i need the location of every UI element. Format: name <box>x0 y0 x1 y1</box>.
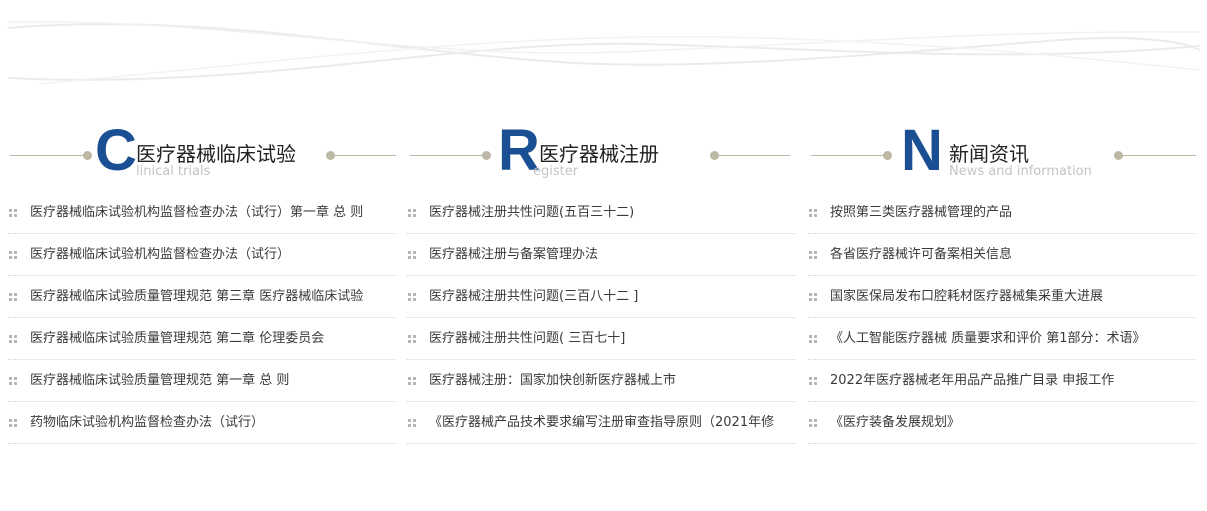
column-clinical-trials: C 医疗器械临床试验 linical trials 医疗器械临床试验机构监督检查… <box>8 120 396 444</box>
square-bullet-icon <box>9 419 17 427</box>
list-item: 国家医保局发布口腔耗材医疗器械集采重大进展 <box>808 276 1196 318</box>
article-link[interactable]: 医疗器械临床试验质量管理规范 第二章 伦理委员会 <box>30 331 396 347</box>
column-register: R 医疗器械注册 egister 医疗器械注册共性问题(五百三十二) 医疗器械注… <box>407 120 795 444</box>
article-list: 医疗器械临床试验机构监督检查办法（试行）第一章 总 则 医疗器械临床试验机构监督… <box>8 192 396 444</box>
article-link[interactable]: 《人工智能医疗器械 质量要求和评价 第1部分：术语》 <box>830 331 1196 347</box>
header-line-right <box>330 155 396 156</box>
list-item: 医疗器械临床试验质量管理规范 第一章 总 则 <box>8 360 396 402</box>
square-bullet-icon <box>9 209 17 217</box>
square-bullet-icon <box>809 335 817 343</box>
list-item: 医疗器械临床试验质量管理规范 第二章 伦理委员会 <box>8 318 396 360</box>
square-bullet-icon <box>408 377 416 385</box>
header-line-right <box>714 155 790 156</box>
header-dot-left <box>883 151 892 160</box>
square-bullet-icon <box>809 209 817 217</box>
article-link[interactable]: 医疗器械注册共性问题(五百三十二) <box>429 205 795 221</box>
column-subtitle: egister <box>533 164 579 179</box>
square-bullet-icon <box>809 293 817 301</box>
header-dot-left <box>482 151 491 160</box>
square-bullet-icon <box>809 419 817 427</box>
article-link[interactable]: 医疗器械注册共性问题(三百八十二 ] <box>429 289 795 305</box>
wave-decoration <box>7 20 1201 85</box>
article-list: 医疗器械注册共性问题(五百三十二) 医疗器械注册与备案管理办法 医疗器械注册共性… <box>407 192 795 444</box>
square-bullet-icon <box>9 251 17 259</box>
header-line-left <box>410 155 490 156</box>
list-item: 《人工智能医疗器械 质量要求和评价 第1部分：术语》 <box>808 318 1196 360</box>
list-item: 按照第三类医疗器械管理的产品 <box>808 192 1196 234</box>
column-subtitle: linical trials <box>136 164 211 179</box>
column-subtitle: News and information <box>949 164 1092 179</box>
article-link[interactable]: 《医疗器械产品技术要求编写注册审查指导原则（2021年修 <box>429 415 795 431</box>
square-bullet-icon <box>809 251 817 259</box>
list-item: 医疗器械临床试验机构监督检查办法（试行）第一章 总 则 <box>8 192 396 234</box>
article-link[interactable]: 医疗器械临床试验机构监督检查办法（试行）第一章 总 则 <box>30 205 396 221</box>
header-initial-letter: C <box>95 118 137 183</box>
header-line-left <box>811 155 891 156</box>
article-link[interactable]: 按照第三类医疗器械管理的产品 <box>830 205 1196 221</box>
list-item: 医疗器械注册：国家加快创新医疗器械上市 <box>407 360 795 402</box>
article-link[interactable]: 医疗器械注册共性问题( 三百七十] <box>429 331 795 347</box>
square-bullet-icon <box>9 335 17 343</box>
list-item: 《医疗装备发展规划》 <box>808 402 1196 444</box>
square-bullet-icon <box>408 251 416 259</box>
list-item: 医疗器械注册共性问题(三百八十二 ] <box>407 276 795 318</box>
article-link[interactable]: 医疗器械注册与备案管理办法 <box>429 247 795 263</box>
article-link[interactable]: 《医疗装备发展规划》 <box>830 415 1196 431</box>
column-header: C 医疗器械临床试验 linical trials <box>8 120 396 192</box>
article-link[interactable]: 医疗器械注册：国家加快创新医疗器械上市 <box>429 373 795 389</box>
list-item: 药物临床试验机构监督检查办法（试行） <box>8 402 396 444</box>
list-item: 医疗器械注册共性问题(五百三十二) <box>407 192 795 234</box>
square-bullet-icon <box>408 335 416 343</box>
article-link[interactable]: 医疗器械临床试验质量管理规范 第三章 医疗器械临床试验 <box>30 289 396 305</box>
article-link[interactable]: 各省医疗器械许可备案相关信息 <box>830 247 1196 263</box>
list-item: 《医疗器械产品技术要求编写注册审查指导原则（2021年修 <box>407 402 795 444</box>
header-line-right <box>1118 155 1196 156</box>
list-item: 医疗器械注册共性问题( 三百七十] <box>407 318 795 360</box>
column-news: N 新闻资讯 News and information 按照第三类医疗器械管理的… <box>808 120 1196 444</box>
header-dot-left <box>83 151 92 160</box>
square-bullet-icon <box>408 293 416 301</box>
article-link[interactable]: 药物临床试验机构监督检查办法（试行） <box>30 415 396 431</box>
square-bullet-icon <box>408 419 416 427</box>
column-header: R 医疗器械注册 egister <box>407 120 795 192</box>
header-line-left <box>10 155 90 156</box>
article-link[interactable]: 2022年医疗器械老年用品产品推广目录 申报工作 <box>830 373 1196 389</box>
article-link[interactable]: 医疗器械临床试验机构监督检查办法（试行） <box>30 247 396 263</box>
square-bullet-icon <box>9 293 17 301</box>
square-bullet-icon <box>408 209 416 217</box>
square-bullet-icon <box>809 377 817 385</box>
column-header: N 新闻资讯 News and information <box>808 120 1196 192</box>
article-link[interactable]: 医疗器械临床试验质量管理规范 第一章 总 则 <box>30 373 396 389</box>
article-link[interactable]: 国家医保局发布口腔耗材医疗器械集采重大进展 <box>830 289 1196 305</box>
article-list: 按照第三类医疗器械管理的产品 各省医疗器械许可备案相关信息 国家医保局发布口腔耗… <box>808 192 1196 444</box>
header-initial-letter: N <box>901 118 943 183</box>
square-bullet-icon <box>9 377 17 385</box>
list-item: 各省医疗器械许可备案相关信息 <box>808 234 1196 276</box>
list-item: 2022年医疗器械老年用品产品推广目录 申报工作 <box>808 360 1196 402</box>
list-item: 医疗器械临床试验机构监督检查办法（试行） <box>8 234 396 276</box>
list-item: 医疗器械临床试验质量管理规范 第三章 医疗器械临床试验 <box>8 276 396 318</box>
list-item: 医疗器械注册与备案管理办法 <box>407 234 795 276</box>
